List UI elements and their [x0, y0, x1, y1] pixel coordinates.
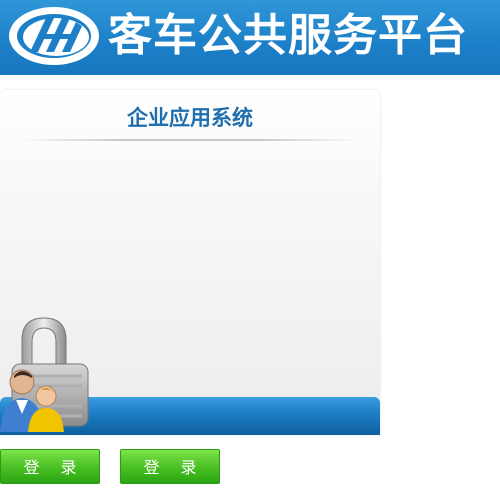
title-divider	[20, 139, 360, 141]
site-title: 客车公共服务平台	[108, 10, 468, 61]
login-button[interactable]: 登 录	[0, 449, 100, 484]
padlock-users-icon	[0, 317, 89, 432]
login-button-secondary[interactable]: 登 录	[120, 449, 220, 484]
header-banner: 客车公共服务平台	[0, 0, 500, 75]
panel-title: 企业应用系统	[127, 106, 253, 130]
ch-logo-icon	[9, 7, 99, 65]
